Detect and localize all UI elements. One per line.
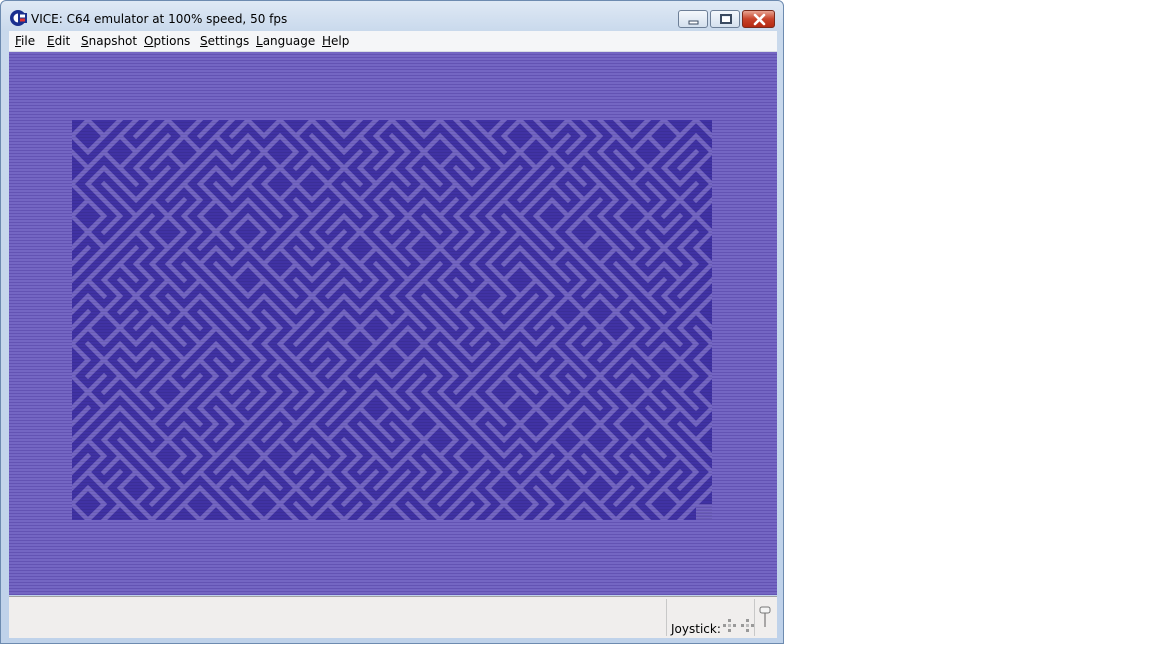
menu-edit[interactable]: Edit [47, 34, 70, 48]
menu-snapshot[interactable]: Snapshot [81, 34, 137, 48]
emulator-screen[interactable] [9, 52, 777, 595]
maximize-icon [720, 14, 732, 24]
minimize-icon [688, 20, 699, 25]
title-bar[interactable]: VICE: C64 emulator at 100% speed, 50 fps [1, 1, 783, 31]
menu-help[interactable]: Help [322, 34, 349, 48]
c64-maze-display [72, 120, 712, 520]
menu-language[interactable]: Language [256, 34, 315, 48]
status-divider [754, 599, 755, 636]
joystick-port-2-icon [741, 619, 754, 632]
minimize-button[interactable] [678, 10, 708, 28]
menu-file[interactable]: File [15, 34, 35, 48]
menu-options[interactable]: Options [144, 34, 190, 48]
maximize-button[interactable] [710, 10, 740, 28]
status-divider [666, 599, 667, 636]
close-icon [753, 13, 766, 26]
vice-window: VICE: C64 emulator at 100% speed, 50 fps… [0, 0, 784, 644]
commodore-logo-icon[interactable] [9, 9, 27, 27]
close-button[interactable] [742, 10, 775, 28]
joystick-label: Joystick: [671, 622, 721, 636]
window-title: VICE: C64 emulator at 100% speed, 50 fps [31, 12, 288, 26]
menu-bar: File Edit Snapshot Options Settings Lang… [9, 31, 777, 52]
status-bar: Joystick: [9, 596, 777, 638]
tape-icon[interactable] [757, 605, 773, 629]
joystick-port-1-icon [723, 619, 736, 632]
menu-settings[interactable]: Settings [200, 34, 249, 48]
